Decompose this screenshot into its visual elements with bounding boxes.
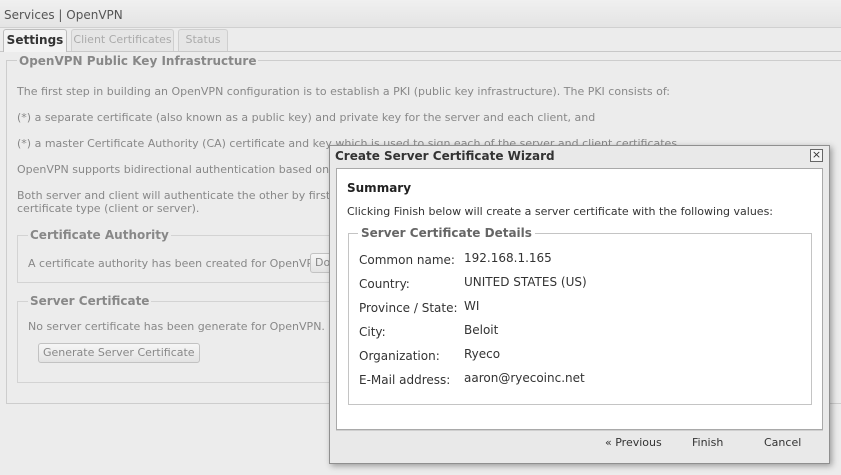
tab-status[interactable]: Status — [178, 29, 228, 51]
city-label: City: — [359, 325, 386, 339]
tab-bar: Settings Client Certificates Status — [0, 28, 841, 52]
create-server-certificate-dialog: Create Server Certificate Wizard × Summa… — [329, 145, 830, 464]
window-titlebar: Services | OpenVPN — [0, 0, 841, 28]
dialog-body: Summary Clicking Finish below will creat… — [336, 168, 823, 430]
close-icon[interactable]: × — [810, 149, 823, 162]
dialog-footer-separator — [336, 430, 823, 431]
pki-title: OpenVPN Public Key Infrastructure — [17, 54, 259, 68]
details-title: Server Certificate Details — [358, 226, 535, 240]
previous-button[interactable]: « Previous — [605, 436, 662, 449]
pki-para-5-line-1: Both server and client will authenticate… — [17, 189, 382, 202]
cancel-button[interactable]: Cancel — [764, 436, 801, 449]
certificate-authority-box: Certificate Authority A certificate auth… — [17, 228, 347, 283]
summary-text: Clicking Finish below will create a serv… — [347, 205, 774, 218]
organization-value: Ryeco — [464, 347, 501, 361]
pki-para-5-line-2: certificate type (client or server). — [17, 202, 200, 215]
generate-server-certificate-button[interactable]: Generate Server Certificate — [38, 343, 200, 363]
tab-client-certificates[interactable]: Client Certificates — [71, 29, 174, 51]
server-certificate-text: No server certificate has been generate … — [28, 320, 377, 333]
email-address-value: aaron@ryecoinc.net — [464, 371, 585, 385]
email-address-label: E-Mail address: — [359, 373, 451, 387]
window-title: Services | OpenVPN — [4, 8, 123, 22]
certificate-authority-text: A certificate authority has been created… — [28, 257, 325, 270]
province-state-value: WI — [464, 299, 480, 313]
organization-label: Organization: — [359, 349, 440, 363]
tab-settings[interactable]: Settings — [3, 29, 67, 52]
common-name-label: Common name: — [359, 253, 455, 267]
summary-heading: Summary — [347, 181, 412, 195]
finish-button[interactable]: Finish — [692, 436, 723, 449]
dialog-title: Create Server Certificate Wizard — [335, 149, 555, 163]
pki-para-1: The first step in building an OpenVPN co… — [17, 85, 671, 98]
server-certificate-details: Server Certificate Details Common name: … — [348, 226, 812, 405]
server-certificate-title: Server Certificate — [28, 294, 152, 308]
province-state-label: Province / State: — [359, 301, 458, 315]
pki-para-2: (*) a separate certificate (also known a… — [17, 111, 596, 124]
common-name-value: 192.168.1.165 — [464, 251, 552, 265]
country-value: UNITED STATES (US) — [464, 275, 587, 289]
city-value: Beloit — [464, 323, 499, 337]
server-certificate-box: Server Certificate No server certificate… — [17, 294, 376, 383]
country-label: Country: — [359, 277, 410, 291]
certificate-authority-title: Certificate Authority — [28, 228, 171, 242]
